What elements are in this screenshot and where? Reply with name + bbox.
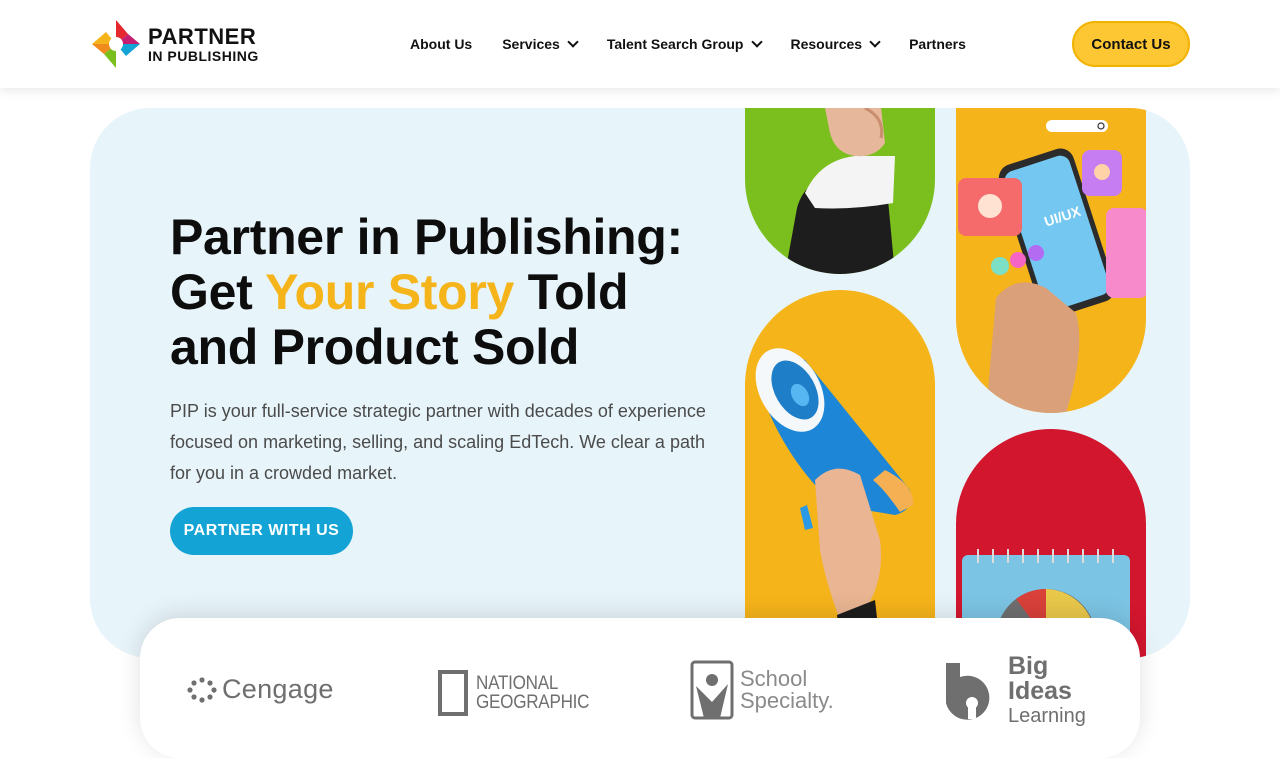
- hero-title: Partner in Publishing: Get Your Story To…: [170, 210, 730, 375]
- hero-title-highlight: Your Story: [265, 264, 515, 320]
- hero-title-line1: Partner in Publishing:: [170, 209, 683, 265]
- natgeo-frame-icon: [438, 670, 468, 716]
- big-ideas-learning-logo: Big Ideas Learning: [942, 654, 1086, 729]
- partner-with-us-button[interactable]: PARTNER WITH US: [170, 507, 353, 555]
- hero-section: Partner in Publishing: Get Your Story To…: [90, 108, 1190, 658]
- chevron-down-icon: [869, 36, 881, 48]
- logo-wordmark-line2: IN PUBLISHING: [148, 47, 259, 64]
- big-ideas-mark-icon: [946, 662, 990, 720]
- hero-title-line3: and Product Sold: [170, 319, 580, 375]
- natgeo-line1: NATIONAL: [476, 673, 559, 694]
- chevron-down-icon: [567, 36, 579, 48]
- pinwheel-logo-icon: [92, 20, 140, 68]
- natgeo-line2: GEOGRAPHIC: [476, 692, 590, 713]
- nav-partners-label: Partners: [909, 36, 966, 52]
- site-logo[interactable]: PARTNER IN PUBLISHING: [90, 18, 259, 70]
- big-ideas-line2: Ideas: [1008, 677, 1072, 705]
- big-ideas-line1: Big: [1008, 652, 1049, 680]
- site-header: PARTNER IN PUBLISHING About Us Services …: [0, 0, 1280, 88]
- cengage-wordmark: Cengage: [222, 674, 334, 704]
- nav-partners[interactable]: Partners: [909, 36, 966, 52]
- hero-description: PIP is your full-service strategic partn…: [170, 401, 706, 483]
- nav-resources-label: Resources: [790, 36, 863, 52]
- school-specialty-logo: School Specialty.: [690, 660, 834, 720]
- nav-resources[interactable]: Resources: [790, 36, 881, 52]
- nav-about-us-label: About Us: [410, 36, 473, 52]
- nav-services-label: Services: [502, 36, 560, 52]
- school-specialty-figure-icon: [690, 660, 734, 720]
- hero-image-thinking-hand: [745, 108, 935, 274]
- hero-title-told: Told: [514, 264, 629, 320]
- cengage-logo: Cengage: [186, 674, 334, 705]
- hero-image-phone-ui: UI/UX: [956, 108, 1146, 413]
- phone-ui-illustration: UI/UX: [958, 120, 1146, 413]
- hero-image-megaphone: [745, 290, 935, 658]
- main-nav: About Us Services Talent Search Group Re…: [395, 0, 981, 88]
- partner-logos-strip: Cengage NATIONAL GEOGRAPHIC School Speci…: [140, 618, 1140, 758]
- school-specialty-line2: Specialty.: [740, 688, 834, 713]
- big-ideas-line3: Learning: [1008, 705, 1086, 727]
- national-geographic-logo: NATIONAL GEOGRAPHIC: [438, 670, 602, 716]
- hero-title-get: Get: [170, 264, 266, 320]
- megaphone-illustration: [755, 348, 914, 658]
- nav-talent-search-group[interactable]: Talent Search Group: [606, 36, 763, 52]
- school-specialty-line1: School: [740, 666, 808, 691]
- contact-us-button[interactable]: Contact Us: [1072, 21, 1190, 67]
- nav-talent-search-group-label: Talent Search Group: [606, 36, 744, 52]
- cengage-mark-icon: [187, 676, 217, 703]
- thinking-hand-illustration: [785, 108, 895, 274]
- nav-about-us[interactable]: About Us: [410, 36, 472, 52]
- chevron-down-icon: [750, 36, 763, 48]
- logo-wordmark-line1: PARTNER: [148, 23, 257, 49]
- nav-services[interactable]: Services: [502, 36, 579, 52]
